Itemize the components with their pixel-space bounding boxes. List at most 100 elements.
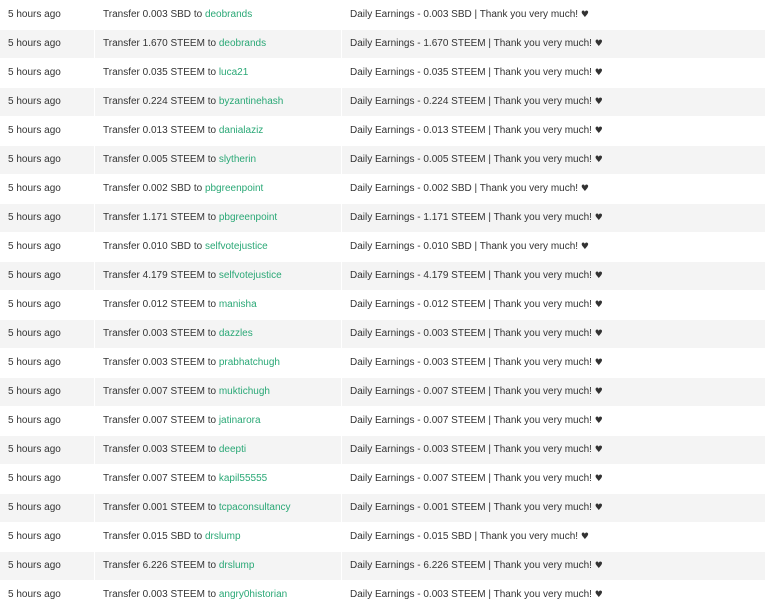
transfer-row: 5 hours ago Transfer 0.012 STEEM to mani… (0, 290, 765, 319)
recipient-account-link[interactable]: prabhatchugh (219, 357, 280, 368)
recipient-account-link[interactable]: angry0historian (219, 589, 287, 600)
recipient-account-link[interactable]: selfvotejustice (219, 270, 282, 281)
heart-icon: ♥ (595, 155, 603, 165)
transfer-memo: Daily Earnings - 0.003 STEEM | Thank you… (342, 348, 765, 377)
transfer-prefix: Transfer (103, 386, 140, 397)
transfer-to-word: to (208, 560, 216, 571)
recipient-account-link[interactable]: deobrands (205, 9, 252, 20)
recipient-account-link[interactable]: drslump (219, 560, 255, 571)
transfer-memo: Daily Earnings - 0.005 STEEM | Thank you… (342, 145, 765, 174)
transfer-to-word: to (208, 502, 216, 513)
transfer-memo: Daily Earnings - 0.015 SBD | Thank you v… (342, 522, 765, 551)
heart-icon: ♥ (581, 184, 589, 194)
transfer-memo-text: Daily Earnings - 0.007 STEEM | Thank you… (350, 386, 592, 397)
recipient-account-link[interactable]: drslump (205, 531, 241, 542)
transfer-row: 5 hours ago Transfer 0.007 STEEM to kapi… (0, 464, 765, 493)
transfer-memo: Daily Earnings - 0.007 STEEM | Thank you… (342, 406, 765, 435)
recipient-account-link[interactable]: deepti (219, 444, 246, 455)
heart-icon: ♥ (595, 39, 603, 49)
transfer-amount: 0.007 STEEM (143, 473, 205, 484)
heart-icon: ♥ (595, 126, 603, 136)
heart-icon: ♥ (581, 532, 589, 542)
transfer-time-text: 5 hours ago (8, 270, 61, 281)
transfer-amount: 0.015 SBD (143, 531, 191, 542)
transfer-prefix: Transfer (103, 589, 140, 600)
transfer-memo-text: Daily Earnings - 0.007 STEEM | Thank you… (350, 415, 592, 426)
transfer-row: 5 hours ago Transfer 0.013 STEEM to dani… (0, 116, 765, 145)
transfer-memo: Daily Earnings - 0.013 STEEM | Thank you… (342, 116, 765, 145)
transfer-prefix: Transfer (103, 125, 140, 136)
heart-icon: ♥ (595, 300, 603, 310)
transfer-to-word: to (208, 67, 216, 78)
recipient-account-link[interactable]: selfvotejustice (205, 241, 268, 252)
recipient-account-link[interactable]: dazzles (219, 328, 253, 339)
recipient-account-link[interactable]: muktichugh (219, 386, 270, 397)
heart-icon: ♥ (595, 474, 603, 484)
transfer-time: 5 hours ago (0, 261, 95, 290)
transfer-row: 5 hours ago Transfer 1.171 STEEM to pbgr… (0, 203, 765, 232)
recipient-account-link[interactable]: tcpaconsultancy (219, 502, 291, 513)
transfer-to-word: to (208, 328, 216, 339)
transfer-memo-text: Daily Earnings - 0.005 STEEM | Thank you… (350, 154, 592, 165)
transfer-to-word: to (208, 154, 216, 165)
transfer-time: 5 hours ago (0, 551, 95, 580)
transfer-memo: Daily Earnings - 0.003 SBD | Thank you v… (342, 0, 765, 29)
transfer-memo-text: Daily Earnings - 0.015 SBD | Thank you v… (350, 531, 578, 542)
recipient-account-link[interactable]: pbgreenpoint (219, 212, 277, 223)
recipient-account-link[interactable]: byzantinehash (219, 96, 284, 107)
transfer-to-word: to (208, 357, 216, 368)
recipient-account-link[interactable]: slytherin (219, 154, 256, 165)
transfer-row: 5 hours ago Transfer 0.224 STEEM to byza… (0, 87, 765, 116)
transfer-description: Transfer 1.171 STEEM to pbgreenpoint (95, 203, 342, 232)
transfer-time-text: 5 hours ago (8, 386, 61, 397)
transfer-history-body: 5 hours ago Transfer 0.003 SBD to deobra… (0, 0, 765, 609)
transfer-time: 5 hours ago (0, 377, 95, 406)
transfer-to-word: to (208, 270, 216, 281)
transfer-prefix: Transfer (103, 560, 140, 571)
transfer-description: Transfer 0.007 STEEM to kapil55555 (95, 464, 342, 493)
transfer-prefix: Transfer (103, 96, 140, 107)
recipient-account-link[interactable]: kapil55555 (219, 473, 267, 484)
transfer-memo-text: Daily Earnings - 0.007 STEEM | Thank you… (350, 473, 592, 484)
transfer-prefix: Transfer (103, 531, 140, 542)
transfer-time-text: 5 hours ago (8, 444, 61, 455)
transfer-prefix: Transfer (103, 502, 140, 513)
recipient-account-link[interactable]: pbgreenpoint (205, 183, 263, 194)
heart-icon: ♥ (595, 329, 603, 339)
recipient-account-link[interactable]: danialaziz (219, 125, 263, 136)
transfer-row: 5 hours ago Transfer 0.003 SBD to deobra… (0, 0, 765, 29)
transfer-description: Transfer 6.226 STEEM to drslump (95, 551, 342, 580)
transfer-time: 5 hours ago (0, 145, 95, 174)
transfer-prefix: Transfer (103, 299, 140, 310)
transfer-prefix: Transfer (103, 183, 140, 194)
transfer-time: 5 hours ago (0, 348, 95, 377)
transfer-memo: Daily Earnings - 0.007 STEEM | Thank you… (342, 377, 765, 406)
transfer-time: 5 hours ago (0, 232, 95, 261)
transfer-amount: 0.003 STEEM (143, 357, 205, 368)
transfer-memo: Daily Earnings - 0.035 STEEM | Thank you… (342, 58, 765, 87)
recipient-account-link[interactable]: luca21 (219, 67, 248, 78)
transfer-time-text: 5 hours ago (8, 589, 61, 600)
transfer-description: Transfer 1.670 STEEM to deobrands (95, 29, 342, 58)
transfer-memo-text: Daily Earnings - 0.010 SBD | Thank you v… (350, 241, 578, 252)
transfer-memo-text: Daily Earnings - 0.003 STEEM | Thank you… (350, 328, 592, 339)
transfer-row: 5 hours ago Transfer 0.003 STEEM to deep… (0, 435, 765, 464)
heart-icon: ♥ (595, 590, 603, 600)
transfer-memo: Daily Earnings - 0.010 SBD | Thank you v… (342, 232, 765, 261)
recipient-account-link[interactable]: manisha (219, 299, 257, 310)
transfer-memo-text: Daily Earnings - 0.013 STEEM | Thank you… (350, 125, 592, 136)
transfer-amount: 6.226 STEEM (143, 560, 205, 571)
transfer-history-table: 5 hours ago Transfer 0.003 SBD to deobra… (0, 0, 765, 610)
transfer-row: 5 hours ago Transfer 0.003 STEEM to dazz… (0, 319, 765, 348)
transfer-prefix: Transfer (103, 473, 140, 484)
transfer-prefix: Transfer (103, 328, 140, 339)
recipient-account-link[interactable]: jatinarora (219, 415, 261, 426)
recipient-account-link[interactable]: deobrands (219, 38, 266, 49)
transfer-time: 5 hours ago (0, 522, 95, 551)
transfer-prefix: Transfer (103, 38, 140, 49)
transfer-to-word: to (194, 531, 202, 542)
transfer-prefix: Transfer (103, 415, 140, 426)
transfer-time-text: 5 hours ago (8, 67, 61, 78)
transfer-prefix: Transfer (103, 270, 140, 281)
transfer-description: Transfer 0.035 STEEM to luca21 (95, 58, 342, 87)
